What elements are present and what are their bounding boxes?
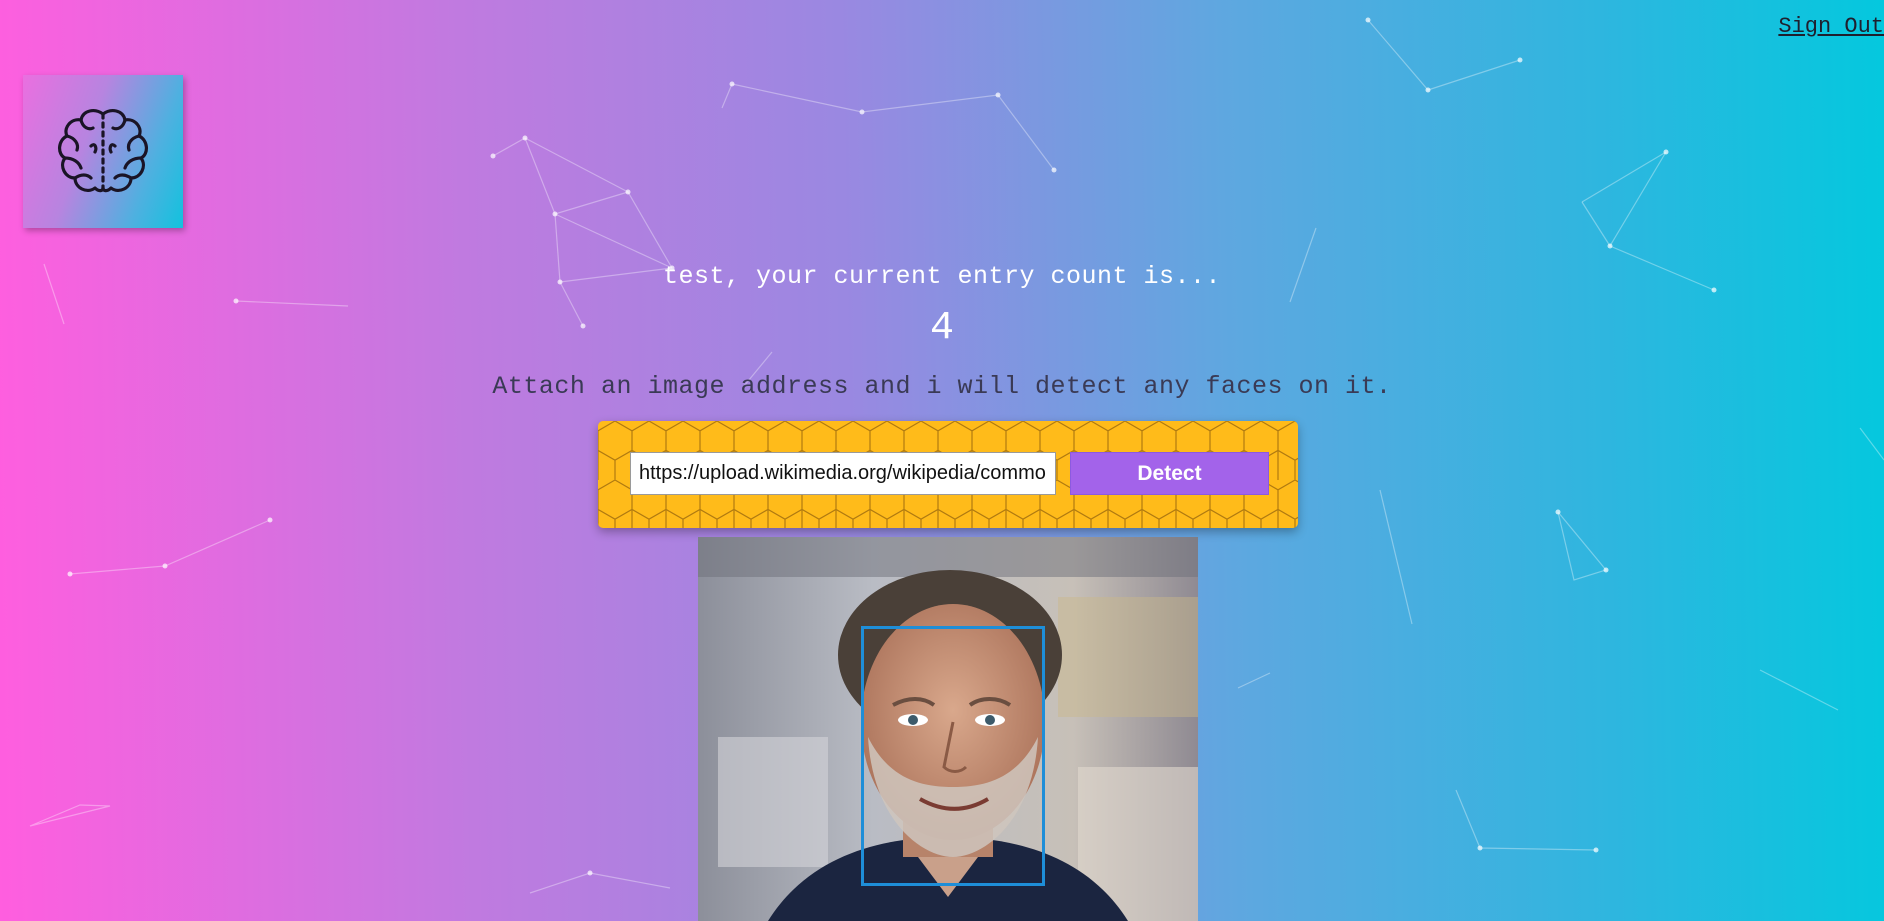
detected-image <box>698 537 1198 921</box>
logo-card <box>23 75 183 228</box>
sign-out-link[interactable]: Sign Out <box>1778 14 1884 39</box>
entry-count-greeting: test, your current entry count is... <box>662 262 1222 291</box>
image-link-form: Detect <box>598 421 1298 528</box>
brain-icon <box>58 108 148 192</box>
image-url-input[interactable] <box>630 452 1056 495</box>
detect-button[interactable]: Detect <box>1070 452 1269 495</box>
detect-instructions: Attach an image address and i will detec… <box>492 372 1392 401</box>
entry-count-value: 4 <box>929 306 954 351</box>
face-bounding-box <box>861 626 1045 886</box>
